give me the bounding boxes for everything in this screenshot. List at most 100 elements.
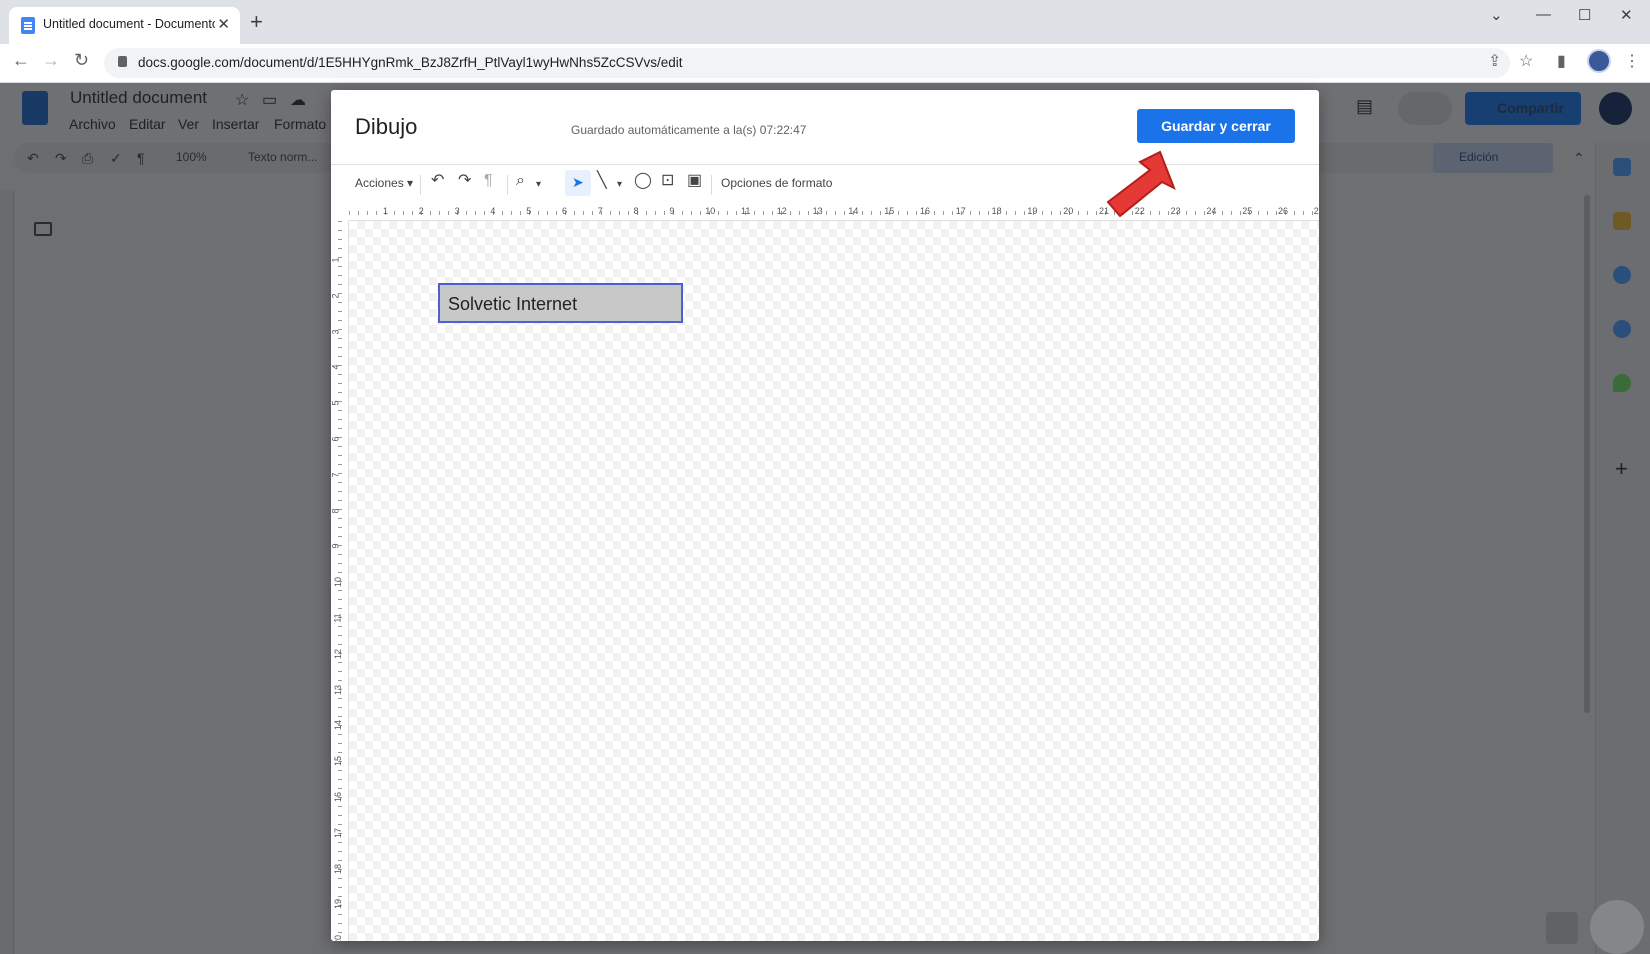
h-ruler-tick: 15: [884, 206, 895, 216]
menu-archivo[interactable]: Archivo: [69, 116, 116, 132]
text-box-shape[interactable]: Solvetic Internet: [438, 283, 683, 323]
share-page-icon[interactable]: ⇪: [1488, 51, 1501, 71]
menu-formato[interactable]: Formato: [274, 116, 326, 132]
tab-search-icon[interactable]: ⌄: [1490, 6, 1503, 24]
editing-mode-select[interactable]: Edición: [1433, 143, 1553, 173]
star-icon[interactable]: ☆: [235, 90, 249, 110]
maximize-icon[interactable]: ☐: [1578, 6, 1591, 24]
paint-format-icon[interactable]: ¶: [484, 173, 493, 189]
h-ruler-tick: 27: [1313, 206, 1319, 216]
undo-icon[interactable]: ↶: [431, 173, 444, 189]
zoom-dropdown-icon[interactable]: ▾: [536, 177, 541, 193]
tasks-icon[interactable]: [1613, 266, 1631, 284]
h-ruler-tick: 5: [526, 206, 532, 216]
window-close-icon[interactable]: ✕: [1620, 6, 1633, 24]
actions-menu[interactable]: Acciones ▾: [355, 176, 413, 190]
contacts-icon[interactable]: [1613, 320, 1631, 338]
outline-icon[interactable]: [34, 222, 52, 236]
v-ruler-tick: 6: [331, 436, 341, 442]
autosave-status: Guardado automáticamente a la(s) 07:22:4…: [571, 123, 807, 137]
doc-scrollbar[interactable]: [1584, 195, 1590, 713]
reload-icon[interactable]: ↻: [74, 50, 89, 71]
print-icon[interactable]: ⎙: [82, 150, 93, 167]
line-tool-icon[interactable]: ╲: [597, 173, 607, 189]
meet-button[interactable]: [1398, 92, 1452, 125]
save-and-close-button[interactable]: Guardar y cerrar: [1137, 109, 1295, 143]
style-select[interactable]: Texto norm...: [248, 150, 317, 164]
v-ruler-tick: 15: [333, 756, 344, 767]
text-box-tool-icon[interactable]: ⊡: [661, 173, 674, 189]
browser-tab-bar: [0, 0, 1650, 44]
tab-close-icon[interactable]: ✕: [217, 15, 230, 33]
comments-icon[interactable]: ▤: [1356, 96, 1373, 117]
h-ruler-tick: 9: [669, 206, 675, 216]
format-options-button[interactable]: Opciones de formato: [721, 176, 832, 190]
h-ruler-tick: 4: [490, 206, 496, 216]
line-dropdown-icon[interactable]: ▾: [617, 177, 622, 193]
dialog-title: Dibujo: [355, 114, 418, 139]
menu-ver[interactable]: Ver: [178, 116, 199, 132]
v-ruler-tick: 17: [333, 827, 344, 838]
v-ruler-tick: 18: [333, 863, 344, 874]
paint-format-icon[interactable]: ¶: [137, 150, 145, 166]
browser-menu-icon[interactable]: ⋮: [1624, 51, 1640, 71]
image-tool-icon[interactable]: ▣: [687, 173, 702, 189]
url-text: docs.google.com/document/d/1E5HHYgnRmk_B…: [138, 55, 683, 70]
text-box-content[interactable]: Solvetic Internet: [448, 294, 577, 315]
docs-logo-icon[interactable]: [22, 91, 48, 125]
share-button-label: Compartir: [1497, 100, 1564, 116]
h-ruler-tick: 18: [991, 206, 1002, 216]
canvas-area: 1 2 3 4 5 6 7 8 9 10 11 12 13 14 15 16 17 18 19 20 21 22 23 24 2…: [331, 205, 1319, 941]
cloud-status-icon[interactable]: ☁: [290, 90, 306, 110]
add-addon-icon[interactable]: +: [1615, 456, 1628, 482]
side-panel-icon[interactable]: ▮: [1557, 51, 1566, 71]
forward-icon[interactable]: →: [42, 50, 60, 71]
spellcheck-icon[interactable]: ✓: [110, 150, 122, 167]
v-ruler-tick: 4: [331, 364, 341, 370]
shape-tool-icon[interactable]: ◯: [634, 173, 652, 189]
h-ruler-tick: 13: [812, 206, 823, 216]
calendar-icon[interactable]: [1613, 158, 1631, 176]
v-ruler-tick: 11: [332, 613, 343, 623]
h-ruler-tick: 12: [776, 206, 787, 216]
undo-icon[interactable]: ↶: [27, 150, 39, 167]
bookmark-star-icon[interactable]: ☆: [1519, 51, 1533, 71]
menu-insertar[interactable]: Insertar: [212, 116, 259, 132]
move-folder-icon[interactable]: ▭: [262, 90, 277, 110]
h-ruler-tick: 20: [1063, 206, 1074, 216]
h-ruler-tick: 1: [383, 206, 389, 216]
url-field[interactable]: docs.google.com/document/d/1E5HHYgnRmk_B…: [104, 48, 1510, 78]
new-tab-icon[interactable]: +: [250, 11, 263, 33]
explore-icon[interactable]: [1546, 912, 1578, 944]
h-ruler-tick: 10: [705, 206, 716, 216]
v-ruler-tick: 16: [333, 791, 344, 803]
tab-title: Untitled document - Documentos: [43, 17, 215, 31]
select-tool[interactable]: ➤: [565, 170, 591, 196]
h-ruler-tick: 8: [633, 206, 639, 216]
maps-icon[interactable]: [1613, 374, 1631, 392]
keep-icon[interactable]: [1613, 212, 1631, 230]
lock-icon: [118, 56, 127, 67]
collapse-menus-icon[interactable]: ⌃: [1573, 150, 1585, 167]
browser-tab[interactable]: Untitled document - Documentos ✕: [9, 7, 240, 44]
v-ruler-tick: 3: [331, 329, 341, 335]
zoom-select[interactable]: 100%: [176, 150, 207, 164]
menu-editar[interactable]: Editar: [129, 116, 166, 132]
account-avatar[interactable]: [1599, 92, 1632, 125]
cursor-arrow-icon: ➤: [572, 174, 584, 190]
document-title[interactable]: Untitled document: [70, 88, 207, 108]
drawing-canvas[interactable]: Solvetic Internet: [349, 221, 1319, 941]
minimize-icon[interactable]: —: [1536, 6, 1551, 23]
actions-menu-label: Acciones: [355, 176, 404, 190]
h-ruler-tick: 2: [418, 206, 424, 216]
redo-icon[interactable]: ↷: [458, 173, 471, 189]
share-button[interactable]: Compartir: [1465, 92, 1581, 125]
zoom-icon[interactable]: ⌕: [516, 173, 525, 189]
editing-mode-label: Edición: [1459, 150, 1499, 164]
redo-icon[interactable]: ↷: [55, 150, 67, 167]
v-ruler-tick: 13: [333, 684, 344, 695]
h-ruler-tick: 7: [597, 206, 603, 216]
back-icon[interactable]: ←: [12, 50, 30, 71]
profile-avatar[interactable]: [1587, 49, 1611, 73]
h-ruler-tick: 19: [1027, 206, 1038, 216]
